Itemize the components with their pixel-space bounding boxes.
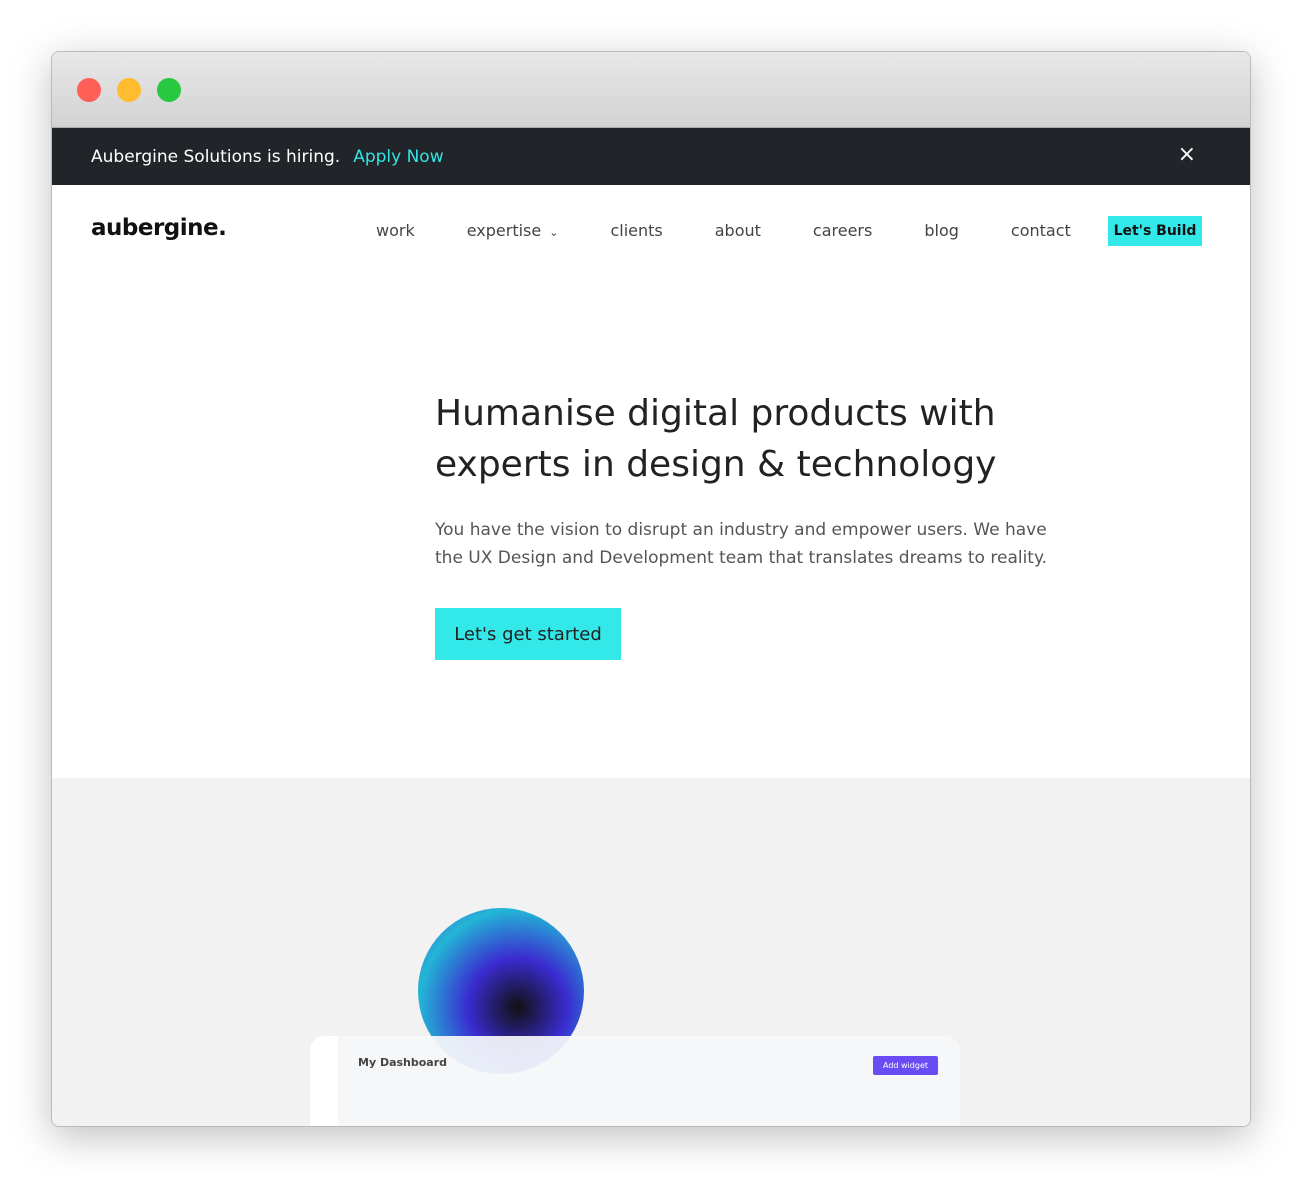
close-window-button[interactable] xyxy=(77,78,101,102)
maximize-window-button[interactable] xyxy=(157,78,181,102)
dashboard-title: My Dashboard xyxy=(358,1056,448,1069)
nav-blog[interactable]: blog xyxy=(924,221,959,240)
browser-window: Aubergine Solutions is hiring. Apply Now… xyxy=(51,51,1251,1127)
hero: Humanise digital products with experts i… xyxy=(435,388,1075,660)
nav-work[interactable]: work xyxy=(376,221,415,240)
hiring-banner: Aubergine Solutions is hiring. Apply Now… xyxy=(52,128,1250,185)
hero-title: Humanise digital products with experts i… xyxy=(435,393,997,485)
showcase-section: My Dashboard Add widget xyxy=(52,778,1250,1126)
apply-now-link[interactable]: Apply Now xyxy=(353,147,443,167)
add-widget-button: Add widget xyxy=(872,1056,938,1075)
nav-expertise-label: expertise xyxy=(466,221,542,240)
lets-build-button[interactable]: Let's Build xyxy=(1108,216,1202,246)
chevron-down-icon: ⌄ xyxy=(549,226,559,239)
title-bar xyxy=(52,52,1250,128)
nav-expertise[interactable]: expertise ⌄ xyxy=(467,221,559,240)
hero-subtitle: You have the vision to disrupt an indust… xyxy=(435,520,1048,568)
navbar: aubergine. work expertise ⌄ clients about… xyxy=(52,185,1250,277)
dashboard-preview: My Dashboard Add widget xyxy=(310,1036,960,1126)
nav-about[interactable]: about xyxy=(715,221,761,240)
nav-clients[interactable]: clients xyxy=(610,221,662,240)
close-icon[interactable]: × xyxy=(1178,142,1196,167)
nav-careers[interactable]: careers xyxy=(813,221,872,240)
banner-text: Aubergine Solutions is hiring. xyxy=(91,146,341,167)
logo[interactable]: aubergine. xyxy=(91,215,227,241)
dashboard-sidebar xyxy=(310,1036,338,1126)
get-started-button[interactable]: Let's get started xyxy=(435,608,621,660)
minimize-window-button[interactable] xyxy=(117,78,141,102)
nav-contact[interactable]: contact xyxy=(1011,221,1071,240)
